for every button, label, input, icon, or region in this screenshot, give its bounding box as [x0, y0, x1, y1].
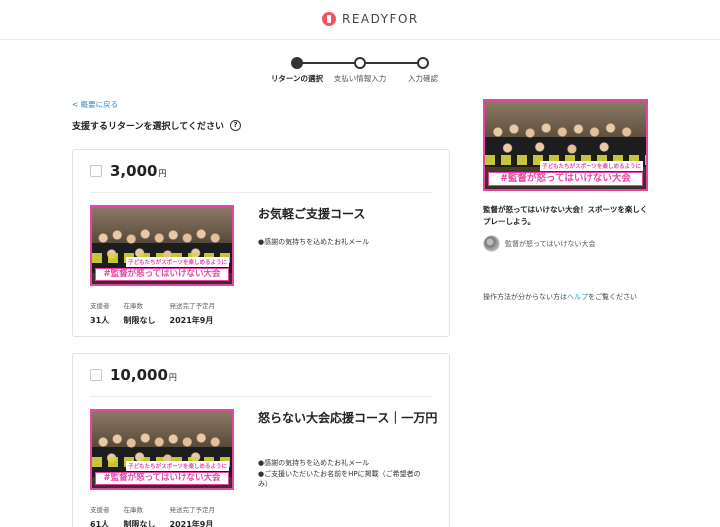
readyfor-logo[interactable]: READYFOR	[322, 12, 419, 26]
meta-label-supporters: 支援者	[90, 302, 110, 310]
return-title: 怒らない大会応援コース｜一万円	[258, 411, 438, 425]
project-title[interactable]: 監督が怒ってはいけない大会！スポーツを楽しくプレーしよう。	[483, 204, 648, 228]
return-image: 子どもたちがスポーツを楽しめるように #監督が怒ってはいけない大会	[90, 409, 234, 490]
return-feature: ●ご支援いただいたお名前をHPに掲載（ご希望者のみ）	[258, 470, 421, 488]
meta-label-stock: 在庫数	[123, 302, 144, 310]
return-meta: 支援者 61人 在庫数制限なし 発送完了予定月 2021年9月	[90, 504, 215, 527]
meta-value-delivery: 2021年9月	[169, 520, 214, 527]
return-select-checkbox[interactable]	[90, 369, 102, 381]
meta-label-delivery: 発送完了予定月	[169, 506, 216, 514]
help-text: 操作方法が分からない方はヘルプをご覧ください	[483, 292, 637, 302]
return-select-checkbox[interactable]	[90, 165, 102, 177]
help-text-prefix: 操作方法が分からない方は	[483, 293, 567, 301]
return-feature: ●感謝の気持ちを込めたお礼メール	[258, 459, 370, 467]
meta-label-stock: 在庫数	[123, 506, 144, 514]
section-title: 支援するリターンを選択してください ?	[72, 119, 242, 132]
image-caption-small: 子どもたちがスポーツを楽しめるように	[126, 461, 229, 471]
image-caption-large: #監督が怒ってはいけない大会	[488, 172, 643, 186]
project-image[interactable]: 子どもたちがスポーツを楽しめるように #監督が怒ってはいけない大会	[483, 99, 648, 191]
help-link[interactable]: ヘルプ	[567, 293, 588, 301]
step-label-payment: 支払い情報入力	[333, 74, 387, 83]
image-caption-large: #監督が怒ってはいけない大会	[95, 268, 229, 281]
card-divider	[90, 396, 433, 397]
return-feature: ●感謝の気持ちを込めたお礼メール	[258, 238, 370, 246]
step-label-select-return: リターンの選択	[270, 74, 324, 83]
return-price: 3,000円	[110, 162, 167, 180]
meta-value-supporters: 31人	[90, 316, 110, 325]
project-owner[interactable]: 監督が怒ってはいけない大会	[483, 235, 596, 252]
step-dot-2	[354, 57, 366, 69]
step-dot-3	[417, 57, 429, 69]
meta-value-stock: 制限なし	[123, 316, 156, 325]
step-connector	[365, 62, 421, 64]
checkout-stepper: リターンの選択 支払い情報入力 入力確認	[268, 56, 458, 86]
card-divider	[90, 192, 433, 193]
help-text-suffix: をご覧ください	[588, 293, 637, 301]
return-meta: 支援者 31人 在庫数制限なし 発送完了予定月 2021年9月	[90, 300, 215, 326]
meta-label-supporters: 支援者	[90, 506, 110, 514]
step-label-confirm: 入力確認	[408, 74, 438, 83]
image-caption-small: 子どもたちがスポーツを楽しめるように	[540, 161, 643, 171]
return-price: 10,000円	[110, 366, 177, 384]
site-header: READYFOR	[0, 0, 720, 40]
meta-value-delivery: 2021年9月	[169, 316, 214, 325]
meta-value-supporters: 61人	[90, 520, 110, 527]
return-card-header: 3,000円	[90, 161, 166, 180]
return-card[interactable]: 10,000円 子どもたちがスポーツを楽しめるように #監督が怒ってはいけない大…	[72, 353, 450, 527]
question-circle-icon[interactable]: ?	[230, 120, 242, 131]
step-connector	[302, 62, 358, 64]
return-title: お気軽ご支援コース	[258, 207, 366, 221]
section-title-text: 支援するリターンを選択してください	[72, 122, 225, 132]
readyfor-logo-icon	[322, 12, 336, 26]
avatar	[483, 235, 500, 252]
return-card-header: 10,000円	[90, 365, 177, 384]
back-to-overview-link[interactable]: < 概要に戻る	[72, 99, 118, 110]
project-image-content: 子どもたちがスポーツを楽しめるように #監督が怒ってはいけない大会	[485, 101, 646, 189]
image-caption-large: #監督が怒ってはいけない大会	[95, 472, 229, 485]
owner-name: 監督が怒ってはいけない大会	[505, 239, 596, 248]
logo-text: READYFOR	[342, 12, 419, 26]
meta-value-stock: 制限なし	[123, 520, 156, 527]
return-card[interactable]: 3,000円 子どもたちがスポーツを楽しめるように #監督が怒ってはいけない大会…	[72, 149, 450, 337]
step-dot-1	[291, 57, 303, 69]
image-caption-small: 子どもたちがスポーツを楽しめるように	[126, 257, 229, 267]
return-image: 子どもたちがスポーツを楽しめるように #監督が怒ってはいけない大会	[90, 205, 234, 286]
meta-label-delivery: 発送完了予定月	[169, 302, 216, 310]
